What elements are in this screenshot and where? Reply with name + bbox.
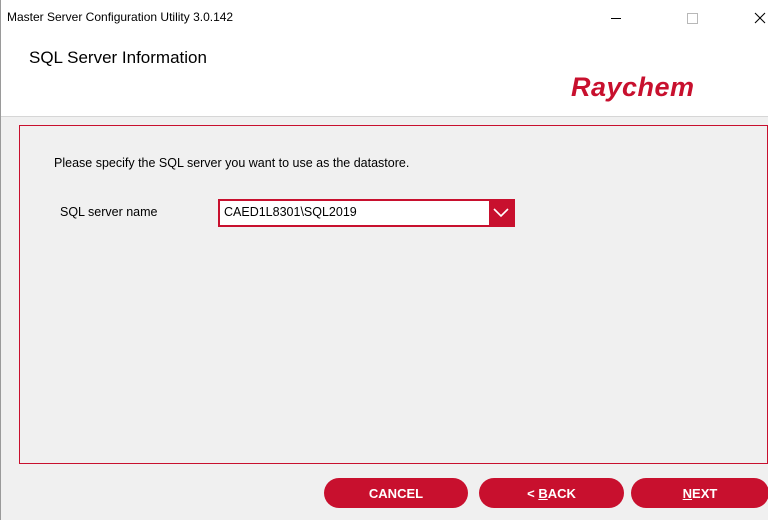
- next-button-label: NEXT: [682, 485, 718, 501]
- minimize-button[interactable]: [593, 0, 639, 36]
- header-divider: [1, 116, 768, 117]
- maximize-button[interactable]: [669, 0, 715, 36]
- content-panel: Please specify the SQL server you want t…: [19, 125, 768, 464]
- window-title: Master Server Configuration Utility 3.0.…: [7, 10, 234, 24]
- cancel-button[interactable]: CANCEL: [324, 478, 468, 508]
- maximize-icon: [686, 12, 698, 24]
- close-icon: [754, 12, 766, 24]
- sql-server-name-label: SQL server name: [60, 205, 158, 219]
- cancel-button-label: CANCEL: [368, 485, 424, 501]
- title-bar[interactable]: Master Server Configuration Utility 3.0.…: [1, 0, 768, 36]
- raychem-logo: Raychem: [571, 72, 695, 102]
- close-button[interactable]: [737, 0, 768, 36]
- back-button-label: < BACK: [527, 485, 576, 501]
- page-title: SQL Server Information: [29, 48, 207, 67]
- chevron-down-icon: [493, 208, 509, 218]
- next-button[interactable]: NEXT: [631, 478, 768, 508]
- main-window: Master Server Configuration Utility 3.0.…: [0, 0, 768, 520]
- instruction-text: Please specify the SQL server you want t…: [54, 156, 410, 170]
- dropdown-arrow-button[interactable]: [489, 201, 513, 225]
- wizard-header: SQL Server Information Raychem: [1, 36, 768, 116]
- sql-server-name-dropdown[interactable]: CAED1L8301\SQL2019: [218, 199, 515, 227]
- back-button[interactable]: < BACK: [479, 478, 624, 508]
- minimize-icon: [611, 17, 621, 19]
- sql-server-name-value: CAED1L8301\SQL2019: [224, 205, 357, 219]
